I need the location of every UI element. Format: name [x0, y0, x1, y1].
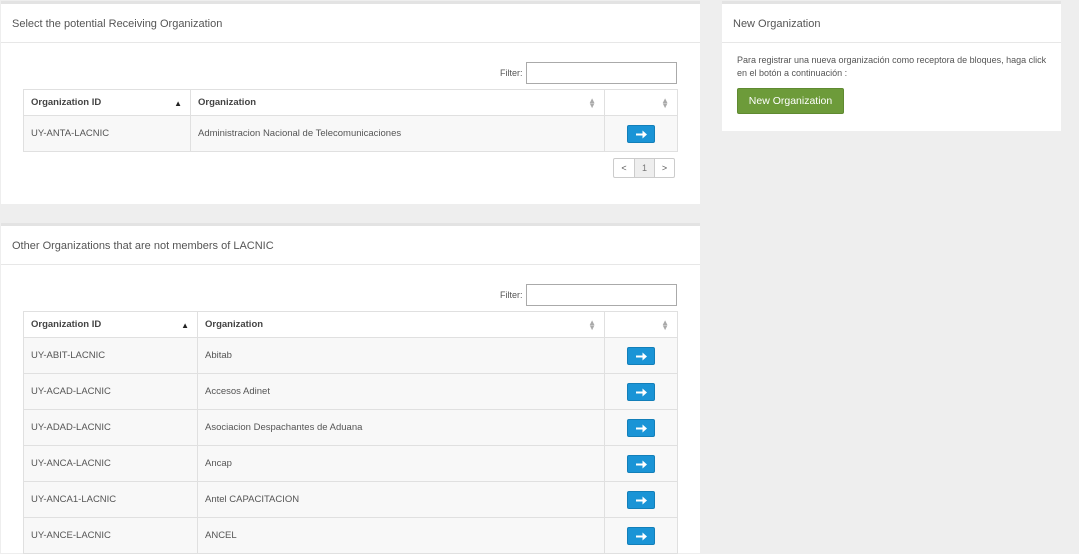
organization-name-cell: Antel CAPACITACION	[197, 481, 605, 518]
arrow-right-icon	[636, 130, 647, 138]
column-label: Organization	[198, 97, 257, 108]
arrow-right-icon	[636, 424, 647, 432]
organization-id-cell: UY-ABIT-LACNIC	[23, 337, 198, 374]
organization-name-cell: Accesos Adinet	[197, 373, 605, 410]
select-organization-button[interactable]	[627, 382, 655, 401]
filter-label: Filter:	[500, 68, 523, 78]
select-organization-button[interactable]	[627, 454, 655, 473]
organization-name-cell: Administracion Nacional de Telecomunicac…	[190, 115, 605, 152]
action-cell	[604, 337, 678, 374]
other-orgs-panel: Other Organizations that are not members…	[1, 223, 700, 554]
sort-asc-icon: ▲	[174, 99, 182, 108]
table-row: UY-ACAD-LACNIC Accesos Adinet	[23, 373, 678, 410]
receiving-panel-title: Select the potential Receiving Organizat…	[12, 18, 223, 30]
new-org-panel-title: New Organization	[733, 18, 821, 30]
other-orgs-panel-title: Other Organizations that are not members…	[12, 240, 274, 252]
arrow-right-icon	[636, 352, 647, 360]
select-organization-button[interactable]	[627, 124, 655, 143]
column-header-organization[interactable]: Organization ▲ ▼	[197, 311, 605, 338]
column-header-action[interactable]: ▲ ▼	[604, 89, 678, 116]
receiving-org-panel: Select the potential Receiving Organizat…	[1, 1, 700, 204]
organization-id-cell: UY-ADAD-LACNIC	[23, 409, 198, 446]
organization-id-cell: UY-ANCA-LACNIC	[23, 445, 198, 482]
other-orgs-table: Organization ID ▲ Organization ▲ ▼ ▲ ▼ UY-…	[23, 311, 678, 554]
table-row: UY-ANCA1-LACNIC Antel CAPACITACION	[23, 481, 678, 518]
organization-name-cell: Ancap	[197, 445, 605, 482]
action-cell	[604, 115, 678, 152]
column-header-organization-id[interactable]: Organization ID ▲	[23, 89, 191, 116]
organization-name-cell: Asociacion Despachantes de Aduana	[197, 409, 605, 446]
pagination-page-button[interactable]: 1	[634, 159, 654, 177]
new-org-description: Para registrar una nueva organización co…	[737, 55, 1047, 78]
sort-both-icon: ▲ ▼	[661, 96, 669, 110]
organization-id-cell: UY-ANTA-LACNIC	[23, 115, 191, 152]
organization-id-cell: UY-ACAD-LACNIC	[23, 373, 198, 410]
column-header-organization[interactable]: Organization ▲ ▼	[190, 89, 605, 116]
select-organization-button[interactable]	[627, 490, 655, 509]
new-org-panel: New Organization Para registrar una nuev…	[722, 1, 1061, 131]
other-orgs-filter-input[interactable]	[526, 284, 677, 306]
column-label: Organization	[205, 319, 264, 330]
table-row: UY-ANCE-LACNIC ANCEL	[23, 517, 678, 554]
column-header-organization-id[interactable]: Organization ID ▲	[23, 311, 198, 338]
select-organization-button[interactable]	[627, 418, 655, 437]
arrow-right-icon	[636, 532, 647, 540]
organization-id-cell: UY-ANCE-LACNIC	[23, 517, 198, 554]
receiving-filter-input[interactable]	[526, 62, 677, 84]
panel-divider	[722, 42, 1061, 43]
sort-asc-icon: ▲	[181, 321, 189, 330]
pagination-next-button[interactable]: >	[654, 159, 674, 177]
panel-divider	[1, 42, 700, 43]
pagination: < 1 >	[613, 158, 675, 178]
panel-divider	[1, 264, 700, 265]
sort-both-icon: ▲ ▼	[588, 318, 596, 332]
column-label: Organization ID	[31, 97, 102, 108]
action-cell	[604, 517, 678, 554]
arrow-right-icon	[636, 496, 647, 504]
table-row: UY-ADAD-LACNIC Asociacion Despachantes d…	[23, 409, 678, 446]
receiving-org-table: Organization ID ▲ Organization ▲ ▼ ▲ ▼ UY-…	[23, 89, 678, 152]
column-label: Organization ID	[31, 319, 102, 330]
arrow-right-icon	[636, 388, 647, 396]
filter-label: Filter:	[500, 290, 523, 300]
table-row: UY-ANCA-LACNIC Ancap	[23, 445, 678, 482]
sort-both-icon: ▲ ▼	[661, 318, 669, 332]
select-organization-button[interactable]	[627, 346, 655, 365]
select-organization-button[interactable]	[627, 526, 655, 545]
column-header-action[interactable]: ▲ ▼	[604, 311, 678, 338]
organization-id-cell: UY-ANCA1-LACNIC	[23, 481, 198, 518]
pagination-prev-button[interactable]: <	[614, 159, 634, 177]
action-cell	[604, 373, 678, 410]
action-cell	[604, 409, 678, 446]
action-cell	[604, 445, 678, 482]
new-organization-button[interactable]: New Organization	[737, 88, 844, 114]
action-cell	[604, 481, 678, 518]
organization-name-cell: ANCEL	[197, 517, 605, 554]
table-row: UY-ABIT-LACNIC Abitab	[23, 337, 678, 374]
table-row: UY-ANTA-LACNIC Administracion Nacional d…	[23, 115, 678, 152]
organization-name-cell: Abitab	[197, 337, 605, 374]
arrow-right-icon	[636, 460, 647, 468]
sort-both-icon: ▲ ▼	[588, 96, 596, 110]
